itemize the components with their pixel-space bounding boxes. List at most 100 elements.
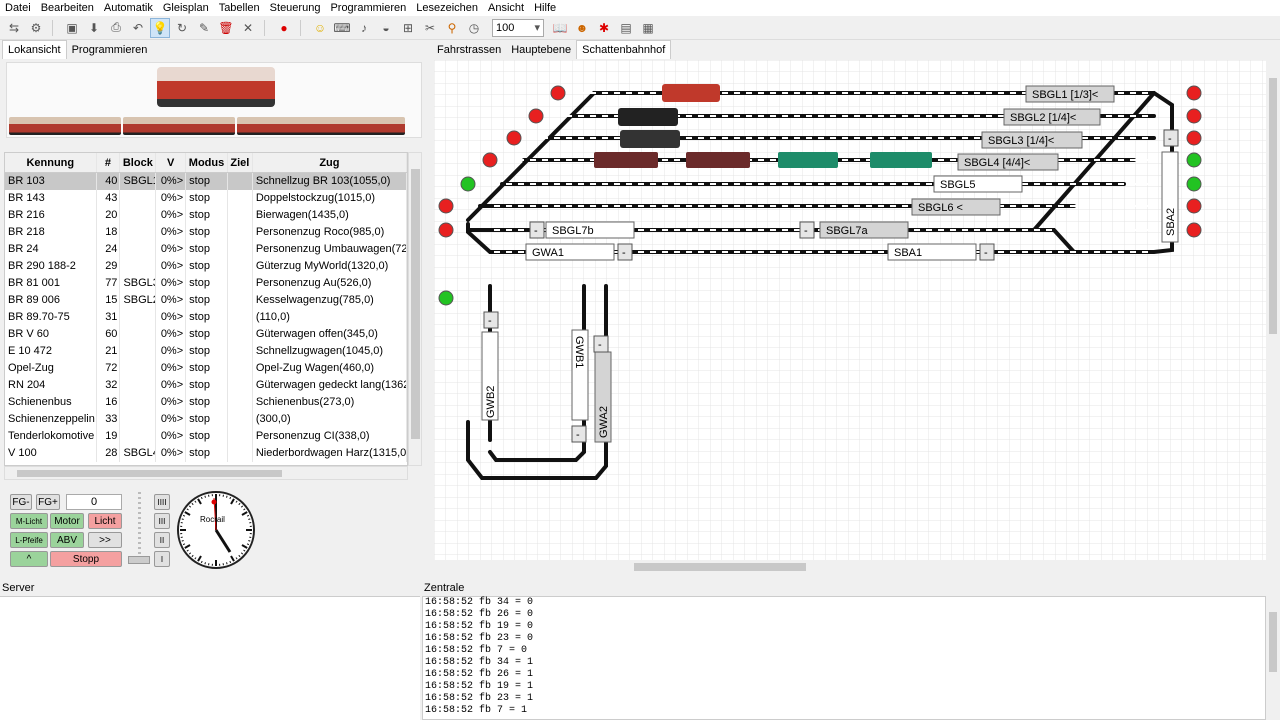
- track-plan-canvas[interactable]: SBGL1 [1/3]< SBGL2 [1/4]< SBGL3 [1/4]< S…: [434, 60, 1266, 560]
- col-number[interactable]: #: [97, 153, 121, 172]
- signal-icon[interactable]: [482, 152, 498, 168]
- block-sbgl5[interactable]: SBGL5: [933, 175, 1023, 193]
- signal-icon[interactable]: [506, 130, 522, 146]
- car-icon[interactable]: ◒: [376, 18, 396, 38]
- tab-fahrstrassen[interactable]: Fahrstrassen: [432, 41, 506, 59]
- menu-steuerung[interactable]: Steuerung: [265, 0, 326, 16]
- block-minus-button[interactable]: -: [593, 335, 609, 353]
- tab-hauptebene[interactable]: Hauptebene: [506, 41, 576, 59]
- signal-icon[interactable]: [528, 108, 544, 124]
- fg-plus-button[interactable]: FG+: [36, 494, 60, 510]
- menu-lesezeichen[interactable]: Lesezeichen: [411, 0, 483, 16]
- train-icon[interactable]: ⊞: [398, 18, 418, 38]
- connect-icon[interactable]: ⇆: [4, 18, 24, 38]
- step-1-button[interactable]: I: [154, 551, 170, 567]
- menu-datei[interactable]: Datei: [0, 0, 36, 16]
- motor-button[interactable]: Motor: [50, 513, 84, 529]
- zentrale-log[interactable]: 16:58:52 fb 34 = 0 16:58:52 fb 26 = 0 16:5…: [422, 596, 1266, 720]
- gear-red-icon[interactable]: ✱: [594, 18, 614, 38]
- keyboard-icon[interactable]: ⌨: [332, 18, 352, 38]
- signal-icon[interactable]: [1186, 85, 1202, 101]
- col-kennung[interactable]: Kennung: [5, 153, 97, 172]
- licht-button[interactable]: Licht: [88, 513, 122, 529]
- open-icon[interactable]: ▣: [62, 18, 82, 38]
- table-row[interactable]: E 10 472 21 0%> stop Schnellzugwagen(1045,0): [5, 343, 407, 360]
- table-row[interactable]: BR 89 006 15 SBGL2 0%> stop Kesselwagenzug(78…: [5, 292, 407, 309]
- block-sbgl3[interactable]: SBGL3 [1/4]<: [981, 131, 1083, 149]
- block-sbgl6[interactable]: SBGL6 <: [911, 198, 1001, 216]
- table-row[interactable]: Opel-Zug 72 0%> stop Opel-Zug Wagen(460,0): [5, 360, 407, 377]
- block-minus-button[interactable]: -: [483, 311, 499, 329]
- print-icon[interactable]: ⎙: [106, 18, 126, 38]
- block-minus-button[interactable]: -: [617, 243, 633, 261]
- speed-field[interactable]: 0: [66, 494, 122, 510]
- table-row[interactable]: Schienenzeppelin 33 0%> stop (300,0): [5, 411, 407, 428]
- m-licht-button[interactable]: M-Licht: [10, 513, 48, 529]
- block-gwb2[interactable]: GWB2: [481, 331, 499, 421]
- table-row[interactable]: RN 204 32 0%> stop Güterwagen gedeckt lang(1…: [5, 377, 407, 394]
- zoom-select[interactable]: 100: [492, 18, 544, 37]
- table-row[interactable]: Tenderlokomotive 19 0%> stop Personenzug CI(…: [5, 428, 407, 445]
- block-sbgl1[interactable]: SBGL1 [1/3]<: [1025, 85, 1115, 103]
- plan-hscroll[interactable]: [434, 560, 1266, 574]
- stopp-button[interactable]: Stopp: [50, 551, 122, 567]
- block-minus-button[interactable]: -: [529, 221, 545, 239]
- step-3-button[interactable]: III: [154, 513, 170, 529]
- col-v[interactable]: V: [156, 153, 187, 172]
- settings-icon[interactable]: ⚙: [26, 18, 46, 38]
- speed-slider[interactable]: [128, 492, 150, 568]
- tab-programmieren[interactable]: Programmieren: [67, 41, 153, 59]
- table-row[interactable]: BR 103 40 SBGL1 0%> stop Schnellzug BR 103(10…: [5, 173, 407, 190]
- forward-button[interactable]: >>: [88, 532, 122, 548]
- signal-icon[interactable]: [460, 176, 476, 192]
- table-vscroll[interactable]: [408, 152, 422, 466]
- block-minus-button[interactable]: -: [571, 425, 587, 443]
- tools-icon[interactable]: ✂: [420, 18, 440, 38]
- col-ziel[interactable]: Ziel: [228, 153, 253, 172]
- table-row[interactable]: BR V 60 60 0%> stop Güterwagen offen(345,0): [5, 326, 407, 343]
- tab-lokansicht[interactable]: Lokansicht: [2, 40, 67, 59]
- undo-icon[interactable]: ↶: [128, 18, 148, 38]
- block-sbgl7a[interactable]: SBGL7a: [819, 221, 909, 239]
- table-row[interactable]: BR 218 18 0%> stop Personenzug Roco(985,0): [5, 224, 407, 241]
- tab-schattenbahnhof[interactable]: Schattenbahnhof: [576, 40, 672, 59]
- table-row[interactable]: BR 216 20 0%> stop Bierwagen(1435,0): [5, 207, 407, 224]
- table-row[interactable]: BR 24 24 0%> stop Personenzug Umbauwagen(725…: [5, 241, 407, 258]
- block-minus-button[interactable]: -: [979, 243, 995, 261]
- table-row[interactable]: BR 89.70-75 31 0%> stop (110,0): [5, 309, 407, 326]
- block-sba2[interactable]: SBA2: [1161, 151, 1179, 243]
- plan-vscroll[interactable]: [1266, 60, 1280, 560]
- abv-button[interactable]: ABV: [50, 532, 84, 548]
- block-minus-button[interactable]: -: [1163, 129, 1179, 147]
- doc-icon[interactable]: ▤: [616, 18, 636, 38]
- menu-ansicht[interactable]: Ansicht: [483, 0, 529, 16]
- log-vscroll[interactable]: [1266, 596, 1280, 720]
- signal-icon[interactable]: [1186, 108, 1202, 124]
- block-gwb1[interactable]: GWB1: [571, 329, 589, 421]
- menu-hilfe[interactable]: Hilfe: [529, 0, 561, 16]
- record-icon[interactable]: ●: [274, 18, 294, 38]
- bell-icon[interactable]: ♪: [354, 18, 374, 38]
- block-gwa1[interactable]: GWA1: [525, 243, 615, 261]
- step-4-button[interactable]: IIII: [154, 494, 170, 510]
- signal-icon[interactable]: [550, 85, 566, 101]
- block-gwa2[interactable]: GWA2: [594, 351, 612, 443]
- fg-minus-button[interactable]: FG-: [10, 494, 32, 510]
- menu-gleisplan[interactable]: Gleisplan: [158, 0, 214, 16]
- col-zug[interactable]: Zug: [253, 153, 407, 172]
- menu-bearbeiten[interactable]: Bearbeiten: [36, 0, 99, 16]
- signal-icon[interactable]: [438, 222, 454, 238]
- table-row[interactable]: BR 290 188-2 29 0%> stop Güterzug MyWorld(13…: [5, 258, 407, 275]
- signal-icon[interactable]: [1186, 152, 1202, 168]
- smiley-icon[interactable]: ☺: [310, 18, 330, 38]
- users-icon[interactable]: ☻: [572, 18, 592, 38]
- clock-icon[interactable]: ◷: [464, 18, 484, 38]
- save-icon[interactable]: ⬇: [84, 18, 104, 38]
- pen-icon[interactable]: ✎: [194, 18, 214, 38]
- block-sbgl4[interactable]: SBGL4 [4/4]<: [957, 153, 1059, 171]
- server-panel[interactable]: [0, 596, 420, 720]
- loop-icon[interactable]: ↻: [172, 18, 192, 38]
- light-bulb-icon[interactable]: 💡: [150, 17, 170, 38]
- slider-knob[interactable]: [128, 556, 150, 564]
- signal-icon[interactable]: [1186, 130, 1202, 146]
